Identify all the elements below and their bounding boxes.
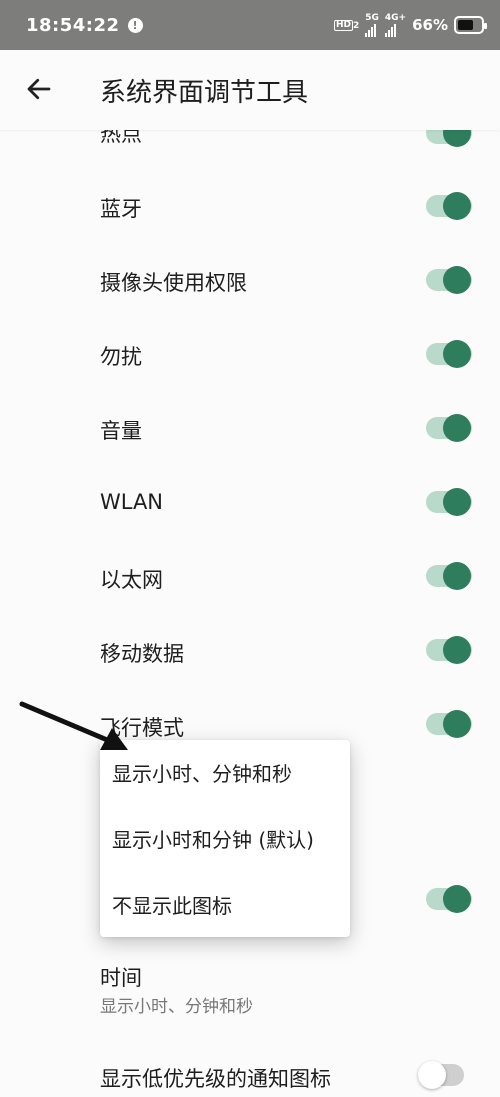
row-label-camera: 摄像头使用权限	[100, 271, 247, 295]
row-label-ethernet: 以太网	[100, 568, 163, 592]
annotation-arrow-icon	[19, 701, 128, 750]
toggle-hidden-row[interactable]	[426, 879, 474, 919]
toggle-low-priority[interactable]	[418, 1055, 466, 1095]
menu-option-hide[interactable]: 不显示此图标	[112, 890, 232, 919]
row-label-dnd: 勿扰	[100, 345, 142, 369]
toggle-volume[interactable]	[426, 408, 474, 448]
menu-option-hm-default[interactable]: 显示小时和分钟 (默认)	[112, 824, 314, 853]
menu-option-hms[interactable]: 显示小时、分钟和秒	[112, 758, 292, 787]
toggle-mobile-data[interactable]	[426, 630, 474, 670]
row-label-wlan: WLAN	[100, 490, 164, 514]
row-label-low-priority: 显示低优先级的通知图标	[100, 1067, 331, 1091]
toggle-wlan[interactable]	[426, 482, 474, 522]
app-bar: 系统界面调节工具	[0, 50, 500, 130]
row-label-bluetooth: 蓝牙	[100, 197, 142, 221]
toggle-dnd[interactable]	[426, 334, 474, 374]
time-format-menu: 显示小时、分钟和秒 显示小时和分钟 (默认) 不显示此图标	[100, 740, 350, 937]
page-title: 系统界面调节工具	[100, 78, 309, 108]
arrow-left-icon[interactable]	[24, 74, 54, 104]
toggle-bluetooth[interactable]	[426, 186, 474, 226]
row-label-volume: 音量	[100, 419, 142, 443]
time-row-title[interactable]: 时间	[100, 962, 142, 992]
toggle-airplane[interactable]	[426, 704, 474, 744]
time-row-subtitle: 显示小时、分钟和秒	[100, 997, 253, 1017]
row-label-mobile-data: 移动数据	[100, 642, 184, 666]
toggle-camera[interactable]	[426, 260, 474, 300]
toggle-ethernet[interactable]	[426, 556, 474, 596]
